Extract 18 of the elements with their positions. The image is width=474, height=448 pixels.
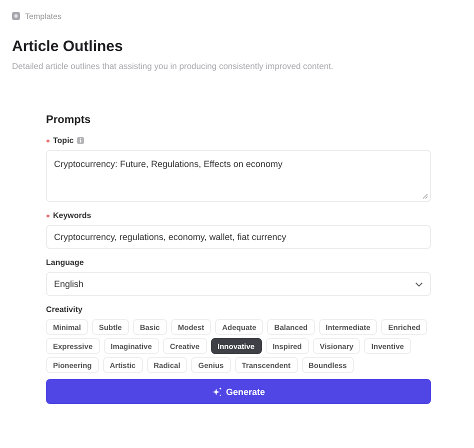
required-asterisk-icon bbox=[46, 138, 50, 142]
required-asterisk-icon bbox=[46, 214, 50, 218]
input-field[interactable]: Cryptocurrency, regulations, economy, wallet, fiat currency bbox=[46, 225, 431, 249]
field-label: Creativity bbox=[46, 305, 82, 314]
chevron-down-icon bbox=[415, 282, 423, 286]
sparkle-icon bbox=[212, 386, 222, 396]
field-label: Keywords bbox=[53, 211, 92, 220]
select-field[interactable]: English bbox=[46, 272, 431, 296]
field-label: Topic bbox=[53, 136, 74, 145]
field-label: Language bbox=[46, 258, 84, 267]
info-icon[interactable] bbox=[76, 137, 84, 144]
generate-button[interactable]: Generate bbox=[46, 379, 431, 404]
template-icon bbox=[12, 12, 20, 20]
section-heading: Prompts bbox=[46, 114, 92, 126]
resize-handle-icon[interactable] bbox=[422, 193, 428, 199]
page-title: Article Outlines bbox=[12, 38, 124, 55]
topic-textarea[interactable]: Cryptocurrency: Future, Regulations, Effects on economy bbox=[46, 150, 431, 202]
page-subtitle: Detailed article outlines that assisting you in producing consistently improved content. bbox=[12, 61, 334, 71]
